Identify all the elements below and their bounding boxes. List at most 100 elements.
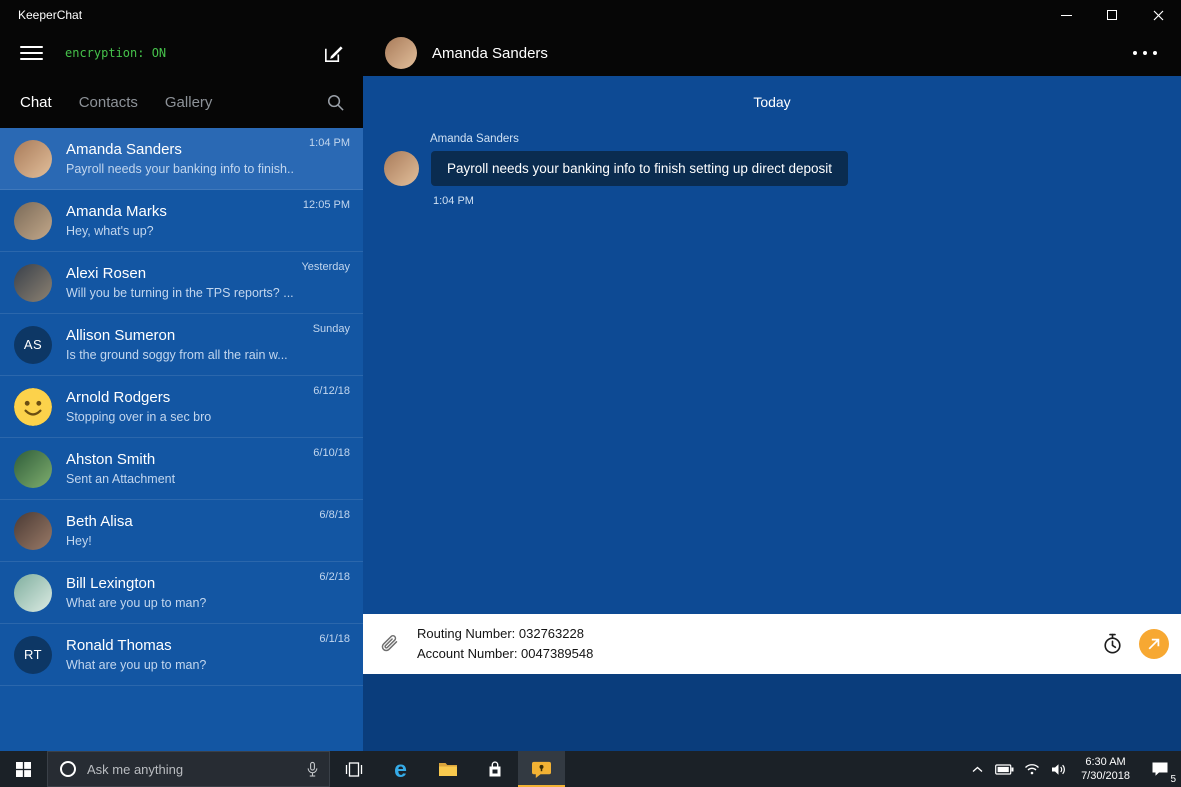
volume-icon[interactable] — [1045, 751, 1072, 787]
conversation-preview: Hey! — [66, 534, 293, 548]
windows-logo-icon — [16, 762, 31, 777]
message-input[interactable]: Routing Number: 032763228 Account Number… — [417, 624, 1101, 664]
task-view-button[interactable] — [330, 751, 377, 787]
action-center-icon — [1151, 761, 1169, 777]
conversation-avatar — [14, 450, 52, 488]
tab-contacts[interactable]: Contacts — [79, 94, 138, 111]
message-input-line2: Account Number: 0047389548 — [417, 644, 1101, 664]
clock-date: 7/30/2018 — [1081, 769, 1130, 783]
search-placeholder: Ask me anything — [87, 762, 295, 777]
conversation-item[interactable]: Amanda Sanders Payroll needs your bankin… — [0, 128, 363, 190]
contact-avatar — [385, 37, 417, 69]
conversation-item[interactable]: Ahston Smith Sent an Attachment 6/10/18 — [0, 438, 363, 500]
conversation-name: Amanda Marks — [66, 203, 293, 220]
bottom-strip — [363, 674, 1181, 751]
conversation-item[interactable]: AS Allison Sumeron Is the ground soggy f… — [0, 314, 363, 376]
message-input-line1: Routing Number: 032763228 — [417, 624, 1101, 644]
date-separator: Today — [363, 76, 1181, 110]
app-window: KeeperChat encryption: ON — [0, 0, 1181, 787]
send-arrow-icon — [1147, 637, 1161, 651]
file-explorer-button[interactable] — [424, 751, 471, 787]
cortana-icon — [60, 761, 76, 777]
conversation-avatar — [14, 512, 52, 550]
compose-icon[interactable] — [322, 42, 345, 65]
conversation-name: Amanda Sanders — [66, 141, 293, 158]
conversation-name: Bill Lexington — [66, 575, 293, 592]
message-avatar — [384, 151, 419, 186]
conversation-item[interactable]: Alexi Rosen Will you be turning in the T… — [0, 252, 363, 314]
conversation-time: 1:04 PM — [309, 137, 350, 149]
conversation-avatar — [14, 264, 52, 302]
conversation-preview: Sent an Attachment — [66, 472, 293, 486]
message-time: 1:04 PM — [433, 195, 848, 207]
conversation-preview: What are you up to man? — [66, 596, 293, 610]
send-button[interactable] — [1139, 629, 1169, 659]
app-body: encryption: ON Chat Contacts Gallery — [0, 30, 1181, 751]
edge-icon: e — [394, 758, 407, 781]
network-icon[interactable] — [1018, 751, 1045, 787]
chat-header: Amanda Sanders — [363, 30, 1181, 76]
conversation-name: Arnold Rodgers — [66, 389, 293, 406]
conversation-item[interactable]: Arnold Rodgers Stopping over in a sec br… — [0, 376, 363, 438]
attachment-icon[interactable] — [379, 633, 400, 655]
message-sender: Amanda Sanders — [430, 133, 848, 145]
conversation-preview: Stopping over in a sec bro — [66, 410, 293, 424]
more-options-icon[interactable] — [1131, 45, 1159, 61]
conversation-name: Ronald Thomas — [66, 637, 293, 654]
tab-gallery[interactable]: Gallery — [165, 94, 213, 111]
sidebar: encryption: ON Chat Contacts Gallery — [0, 30, 363, 751]
conversation-item[interactable]: RT Ronald Thomas What are you up to man?… — [0, 624, 363, 686]
tab-chat[interactable]: Chat — [20, 94, 52, 111]
taskbar-clock[interactable]: 6:30 AM 7/30/2018 — [1072, 751, 1139, 787]
cortana-search-box[interactable]: Ask me anything — [47, 751, 330, 787]
maximize-icon — [1107, 10, 1117, 20]
chat-panel: Amanda Sanders Today Amanda Sanders Payr… — [363, 30, 1181, 751]
battery-icon[interactable] — [991, 751, 1018, 787]
conversation-avatar — [14, 140, 52, 178]
conversation-item[interactable]: Amanda Marks Hey, what's up? 12:05 PM — [0, 190, 363, 252]
taskbar: Ask me anything e — [0, 751, 1181, 787]
message-bubble: Payroll needs your banking info to finis… — [431, 151, 848, 186]
conversation-time: 6/1/18 — [319, 633, 350, 645]
conversation-preview: Is the ground soggy from all the rain w.… — [66, 348, 293, 362]
edge-button[interactable]: e — [377, 751, 424, 787]
sidebar-tabs: Chat Contacts Gallery — [0, 76, 363, 128]
conversation-avatar — [14, 388, 52, 426]
self-destruct-timer-icon[interactable] — [1101, 632, 1124, 656]
sidebar-header: encryption: ON — [0, 30, 363, 76]
microphone-icon[interactable] — [306, 761, 319, 778]
conversation-time: 6/2/18 — [319, 571, 350, 583]
menu-icon[interactable] — [20, 46, 43, 60]
tray-chevron-up-icon[interactable] — [964, 751, 991, 787]
conversation-avatar — [14, 202, 52, 240]
keeperchat-taskbar-button[interactable] — [518, 751, 565, 787]
conversation-list: Amanda Sanders Payroll needs your bankin… — [0, 128, 363, 751]
conversation-time: 12:05 PM — [303, 199, 350, 211]
conversation-preview: Hey, what's up? — [66, 224, 293, 238]
conversation-preview: Payroll needs your banking info to finis… — [66, 162, 293, 176]
maximize-button[interactable] — [1089, 0, 1135, 30]
search-icon[interactable] — [326, 93, 345, 112]
conversation-name: Beth Alisa — [66, 513, 293, 530]
minimize-button[interactable] — [1043, 0, 1089, 30]
titlebar: KeeperChat — [0, 0, 1181, 30]
message-group: Amanda Sanders Payroll needs your bankin… — [384, 133, 848, 207]
clock-time: 6:30 AM — [1081, 755, 1130, 769]
conversation-avatar — [14, 574, 52, 612]
folder-icon — [438, 761, 458, 777]
start-button[interactable] — [0, 751, 47, 787]
store-button[interactable] — [471, 751, 518, 787]
message-area: Today Amanda Sanders Payroll needs your … — [363, 76, 1181, 614]
notification-badge: 5 — [1170, 774, 1176, 785]
conversation-avatar: AS — [14, 326, 52, 364]
contact-name: Amanda Sanders — [432, 45, 1131, 62]
action-center-button[interactable]: 5 — [1139, 751, 1181, 787]
message-composer: Routing Number: 032763228 Account Number… — [363, 614, 1181, 674]
conversation-name: Alexi Rosen — [66, 265, 293, 282]
conversation-name: Ahston Smith — [66, 451, 293, 468]
task-view-icon — [345, 762, 363, 777]
conversation-preview: What are you up to man? — [66, 658, 293, 672]
close-button[interactable] — [1135, 0, 1181, 30]
conversation-item[interactable]: Bill Lexington What are you up to man? 6… — [0, 562, 363, 624]
conversation-item[interactable]: Beth Alisa Hey! 6/8/18 — [0, 500, 363, 562]
